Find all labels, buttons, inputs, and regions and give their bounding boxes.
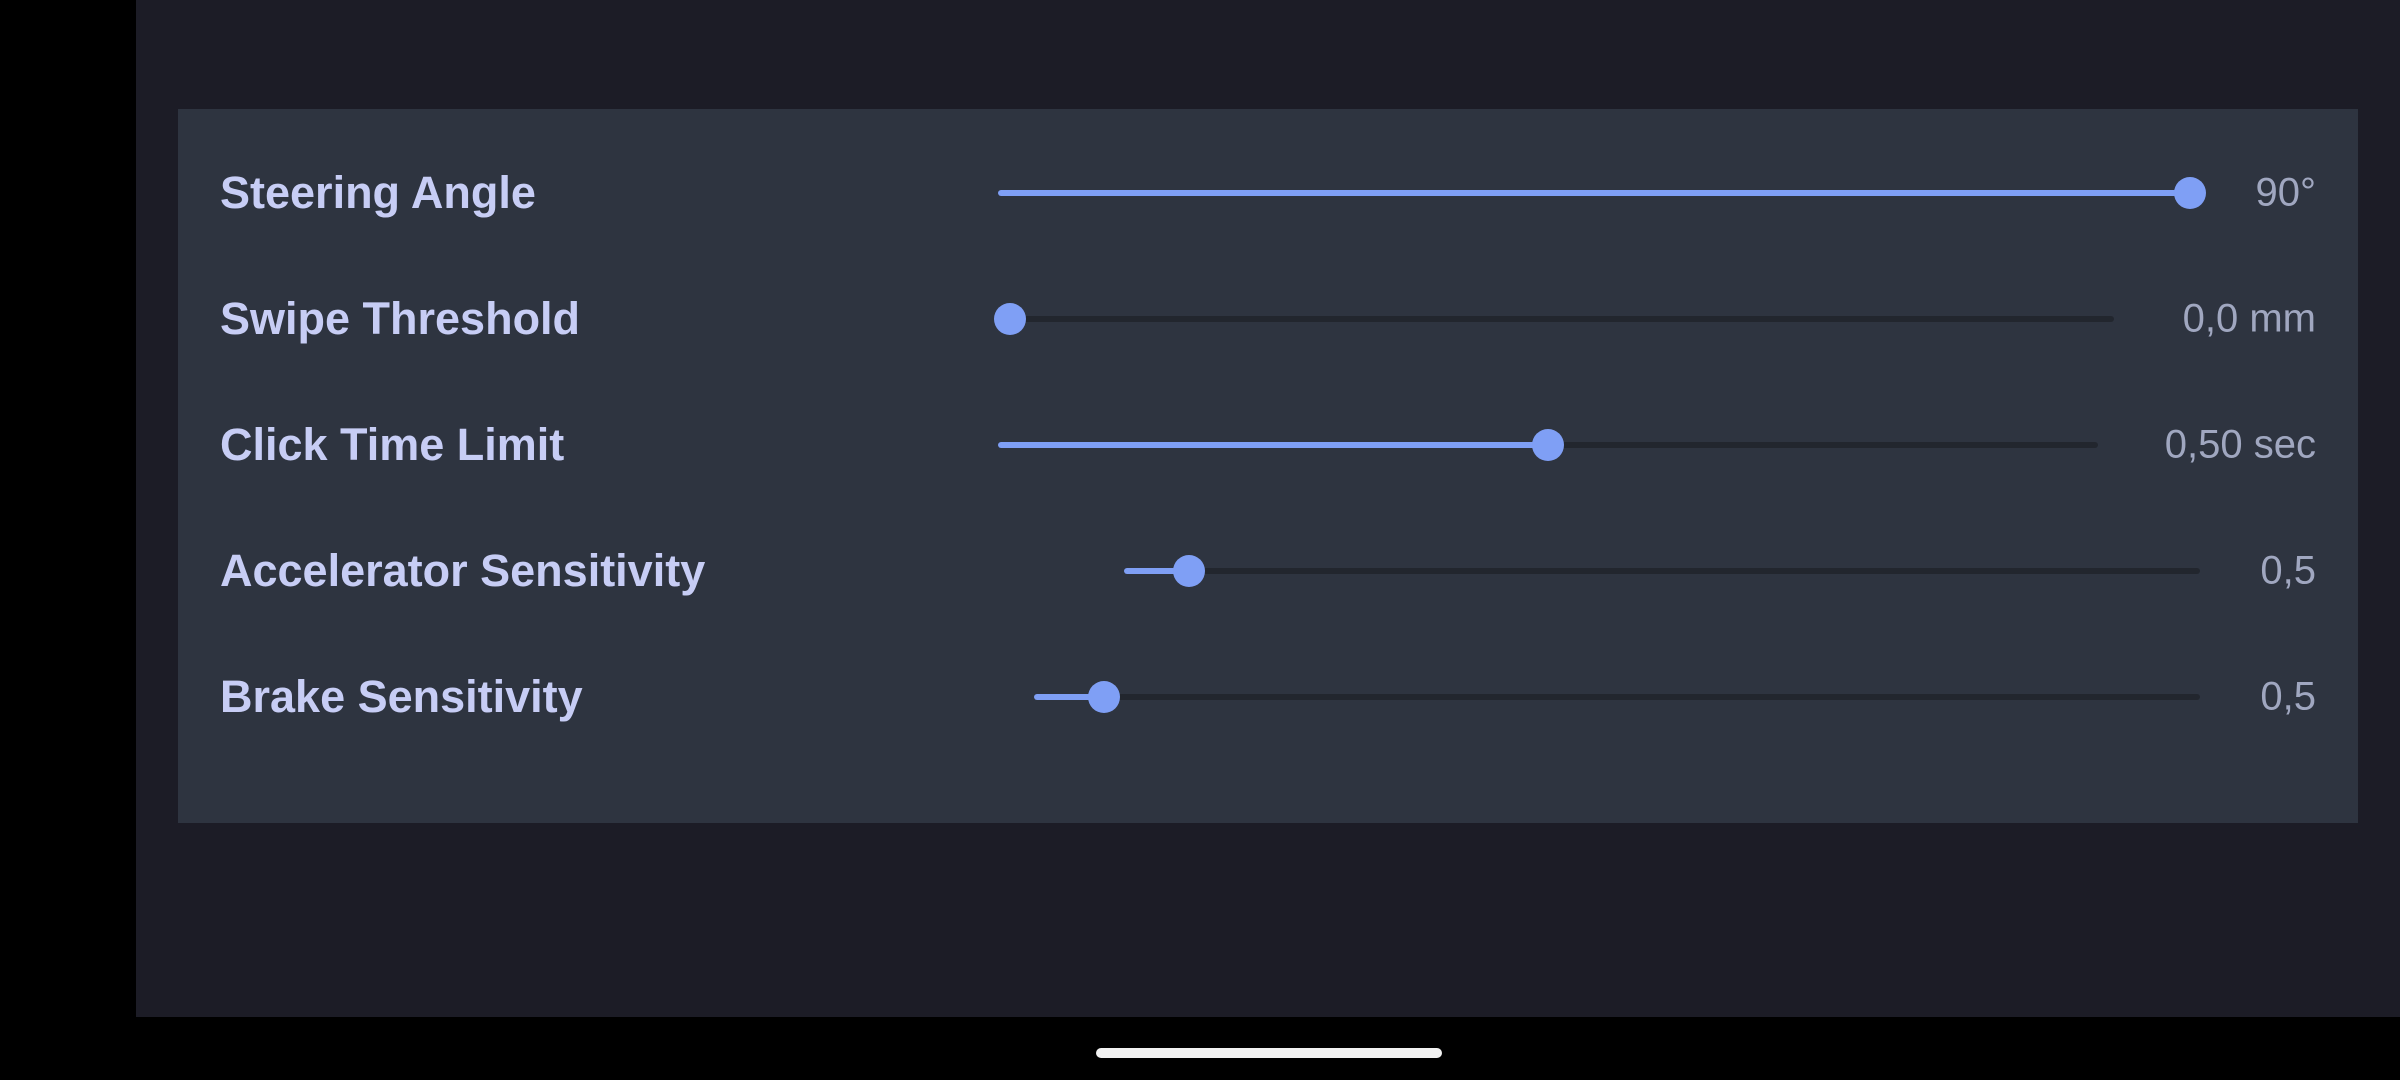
setting-row-steering-angle: Steering Angle 90° — [178, 143, 2358, 243]
slider-track — [1034, 694, 2200, 700]
slider-thumb[interactable] — [2174, 177, 2206, 209]
slider-thumb[interactable] — [994, 303, 1026, 335]
setting-label-accelerator-sensitivity: Accelerator Sensitivity — [220, 545, 706, 596]
slider-track-active — [998, 442, 1548, 448]
swipe-threshold-slider[interactable] — [994, 299, 2114, 339]
setting-value-brake-sensitivity: 0,5 — [2260, 674, 2316, 719]
setting-label-swipe-threshold: Swipe Threshold — [220, 293, 581, 344]
setting-value-steering-angle: 90° — [2255, 170, 2317, 215]
slider-thumb[interactable] — [1087, 681, 1120, 713]
setting-value-click-time-limit: 0,50 sec — [2164, 422, 2316, 467]
slider-thumb[interactable] — [1172, 555, 1205, 587]
slider-track — [1124, 568, 2200, 574]
home-indicator[interactable] — [1096, 1048, 1442, 1058]
setting-value-swipe-threshold: 0,0 mm — [2182, 296, 2316, 341]
setting-label-steering-angle: Steering Angle — [220, 167, 536, 218]
brake-sensitivity-slider[interactable] — [1034, 677, 2200, 717]
setting-value-accelerator-sensitivity: 0,5 — [2260, 548, 2316, 593]
setting-row-brake-sensitivity: Brake Sensitivity 0,5 — [178, 647, 2358, 747]
steering-angle-slider[interactable] — [998, 173, 2206, 213]
slider-track-active — [998, 190, 2190, 196]
setting-row-accelerator-sensitivity: Accelerator Sensitivity 0,5 — [178, 521, 2358, 621]
click-time-limit-slider[interactable] — [998, 425, 2098, 465]
setting-row-click-time-limit: Click Time Limit 0,50 sec — [178, 395, 2358, 495]
slider-thumb[interactable] — [1532, 429, 1564, 461]
accelerator-sensitivity-slider[interactable] — [1124, 551, 2200, 591]
settings-panel: Steering Angle 90° Swipe Threshold 0,0 m… — [178, 109, 2358, 823]
setting-row-swipe-threshold: Swipe Threshold 0,0 mm — [178, 269, 2358, 369]
slider-track — [1010, 316, 2114, 322]
setting-label-brake-sensitivity: Brake Sensitivity — [220, 671, 583, 722]
setting-label-click-time-limit: Click Time Limit — [220, 419, 565, 470]
settings-screen: Steering Angle 90° Swipe Threshold 0,0 m… — [136, 0, 2400, 1017]
